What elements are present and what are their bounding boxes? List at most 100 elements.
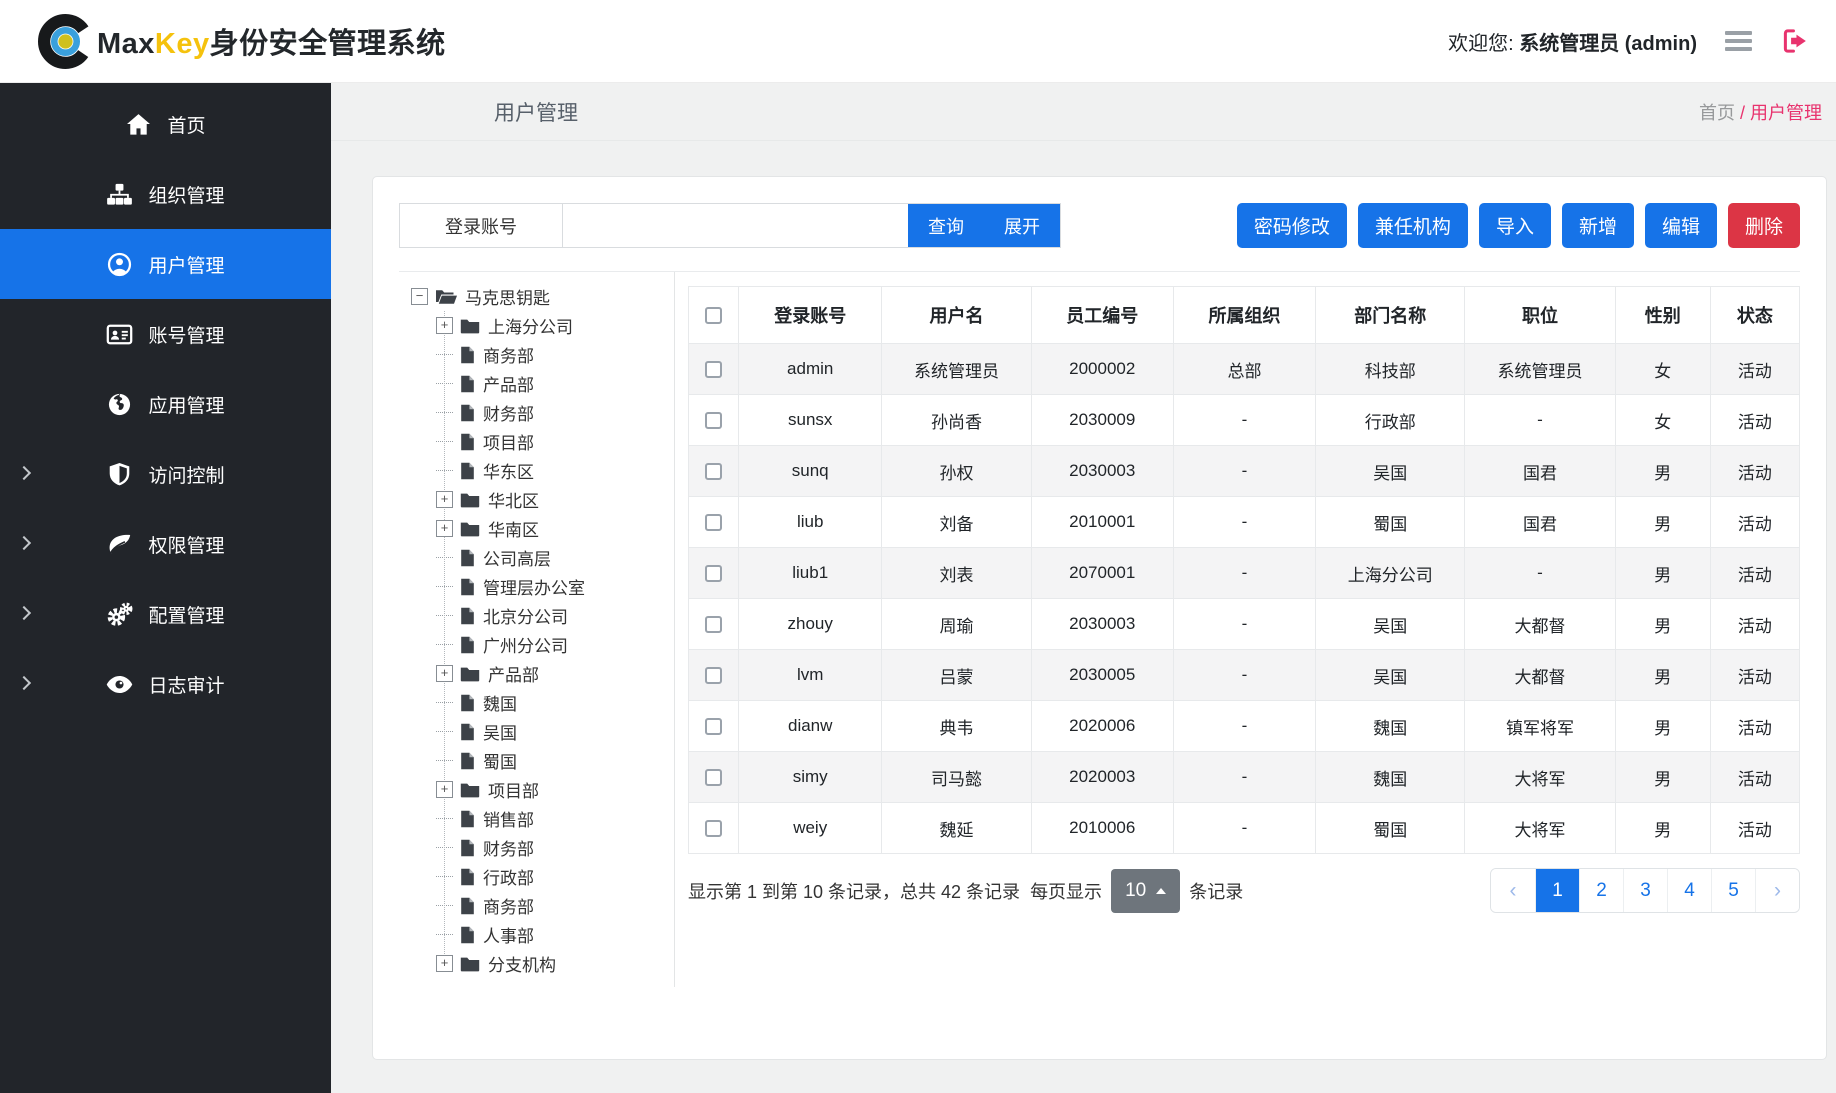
sidebar-item-access[interactable]: 访问控制	[0, 439, 331, 509]
row-checkbox[interactable]	[705, 565, 722, 582]
table-cell: 典韦	[882, 701, 1031, 752]
tree-node[interactable]: 销售部	[411, 804, 674, 833]
table-row[interactable]: liub1刘表2070001-上海分公司-男活动	[689, 548, 1800, 599]
tree-expander[interactable]: +	[436, 520, 453, 537]
query-button[interactable]: 查询	[908, 204, 984, 247]
sidebar-item-home[interactable]: 首页	[0, 89, 331, 159]
page-button-3[interactable]: 3	[1623, 869, 1667, 912]
table-row[interactable]: liub刘备2010001-蜀国国君男活动	[689, 497, 1800, 548]
row-checkbox[interactable]	[705, 463, 722, 480]
row-checkbox[interactable]	[705, 667, 722, 684]
tree-node-label: 项目部	[488, 777, 539, 802]
menu-icon[interactable]	[1725, 31, 1752, 51]
sidebar-item-account[interactable]: 账号管理	[0, 299, 331, 369]
tree-node[interactable]: +华北区	[411, 485, 674, 514]
tree-expander[interactable]: +	[436, 317, 453, 334]
tree-node[interactable]: + 项目部	[411, 775, 674, 804]
login-account-input[interactable]	[563, 204, 908, 247]
sidebar-item-config[interactable]: 配置管理	[0, 579, 331, 649]
table-cell: 吴国	[1316, 599, 1465, 650]
doc-icon	[460, 839, 475, 857]
tree-node[interactable]: 人事部	[411, 920, 674, 949]
row-checkbox[interactable]	[705, 361, 722, 378]
table-row[interactable]: admin系统管理员2000002总部科技部系统管理员女活动	[689, 344, 1800, 395]
tree-node[interactable]: 产品部	[411, 369, 674, 398]
tree-node[interactable]: 财务部	[411, 833, 674, 862]
doc-icon	[460, 694, 475, 712]
action-button[interactable]: 兼任机构	[1358, 203, 1468, 248]
table-cell: 上海分公司	[1316, 548, 1465, 599]
sidebar-item-perm[interactable]: 权限管理	[0, 509, 331, 579]
page-button-4[interactable]: 4	[1667, 869, 1711, 912]
table-cell: -	[1173, 395, 1315, 446]
table-row[interactable]: sunq孙权2030003-吴国国君男活动	[689, 446, 1800, 497]
table-row[interactable]: simy司马懿2020003-魏国大将军男活动	[689, 752, 1800, 803]
row-select-cell	[689, 497, 739, 548]
shield-icon	[106, 461, 133, 488]
row-checkbox[interactable]	[705, 718, 722, 735]
table-cell: 科技部	[1316, 344, 1465, 395]
table-cell: 活动	[1710, 344, 1799, 395]
action-button[interactable]: 密码修改	[1237, 203, 1347, 248]
tree-expander[interactable]: −	[411, 288, 428, 305]
tree-node[interactable]: −马克思钥匙	[411, 282, 674, 311]
tree-expander[interactable]: +	[436, 491, 453, 508]
breadcrumb-home[interactable]: 首页	[1699, 103, 1735, 123]
sidebar-item-audit[interactable]: 日志审计	[0, 649, 331, 719]
tree-node[interactable]: 蜀国	[411, 746, 674, 775]
row-checkbox[interactable]	[705, 820, 722, 837]
tree-node[interactable]: 项目部	[411, 427, 674, 456]
tree-node[interactable]: 行政部	[411, 862, 674, 891]
sidebar-item-app[interactable]: 应用管理	[0, 369, 331, 439]
sidebar-item-org[interactable]: 组织管理	[0, 159, 331, 229]
delete-button[interactable]: 删除	[1728, 203, 1800, 248]
tree-node[interactable]: 广州分公司	[411, 630, 674, 659]
tree-expander[interactable]: +	[436, 781, 453, 798]
tree-expander[interactable]: +	[436, 955, 453, 972]
table-row[interactable]: weiy魏延2010006-蜀国大将军男活动	[689, 803, 1800, 854]
column-header: 状态	[1710, 287, 1799, 344]
tree-node[interactable]: 吴国	[411, 717, 674, 746]
next-page-button[interactable]: ›	[1755, 869, 1799, 912]
tree-node[interactable]: 商务部	[411, 340, 674, 369]
page-button-1[interactable]: 1	[1535, 869, 1579, 912]
table-row[interactable]: dianw典韦2020006-魏国镇军将军男活动	[689, 701, 1800, 752]
tree-node[interactable]: 北京分公司	[411, 601, 674, 630]
table-row[interactable]: lvm吕蒙2030005-吴国大都督男活动	[689, 650, 1800, 701]
per-page-select[interactable]: 10	[1111, 869, 1180, 913]
tree-node-label: 吴国	[483, 719, 517, 744]
tree-node[interactable]: 商务部	[411, 891, 674, 920]
row-checkbox[interactable]	[705, 769, 722, 786]
tree-node[interactable]: +产品部	[411, 659, 674, 688]
row-checkbox[interactable]	[705, 412, 722, 429]
tree-node[interactable]: +华南区	[411, 514, 674, 543]
tree-node[interactable]: +分支机构	[411, 949, 674, 978]
tree-expander[interactable]: +	[436, 665, 453, 682]
action-button[interactable]: 新增	[1562, 203, 1634, 248]
action-button[interactable]: 导入	[1479, 203, 1551, 248]
row-checkbox[interactable]	[705, 514, 722, 531]
table-cell: lvm	[739, 650, 882, 701]
expand-button[interactable]: 展开	[984, 204, 1060, 247]
table-row[interactable]: sunsx孙尚香2030009-行政部-女活动	[689, 395, 1800, 446]
doc-icon	[460, 607, 475, 625]
select-all-checkbox[interactable]	[705, 307, 722, 324]
logout-icon[interactable]	[1780, 27, 1808, 55]
table-cell: -	[1173, 803, 1315, 854]
action-button[interactable]: 编辑	[1645, 203, 1717, 248]
row-select-cell	[689, 650, 739, 701]
row-checkbox[interactable]	[705, 616, 722, 633]
tree-node[interactable]: 管理层办公室	[411, 572, 674, 601]
prev-page-button[interactable]: ‹	[1491, 869, 1535, 912]
tree-node[interactable]: 公司高层	[411, 543, 674, 572]
tree-node[interactable]: 华东区	[411, 456, 674, 485]
table-cell: 男	[1615, 701, 1710, 752]
tree-node[interactable]: 财务部	[411, 398, 674, 427]
page-button-5[interactable]: 5	[1711, 869, 1755, 912]
caret-up-icon	[1156, 888, 1166, 894]
tree-node[interactable]: +上海分公司	[411, 311, 674, 340]
tree-node[interactable]: 魏国	[411, 688, 674, 717]
page-button-2[interactable]: 2	[1579, 869, 1623, 912]
table-row[interactable]: zhouy周瑜2030003-吴国大都督男活动	[689, 599, 1800, 650]
sidebar-item-user[interactable]: 用户管理	[0, 229, 331, 299]
